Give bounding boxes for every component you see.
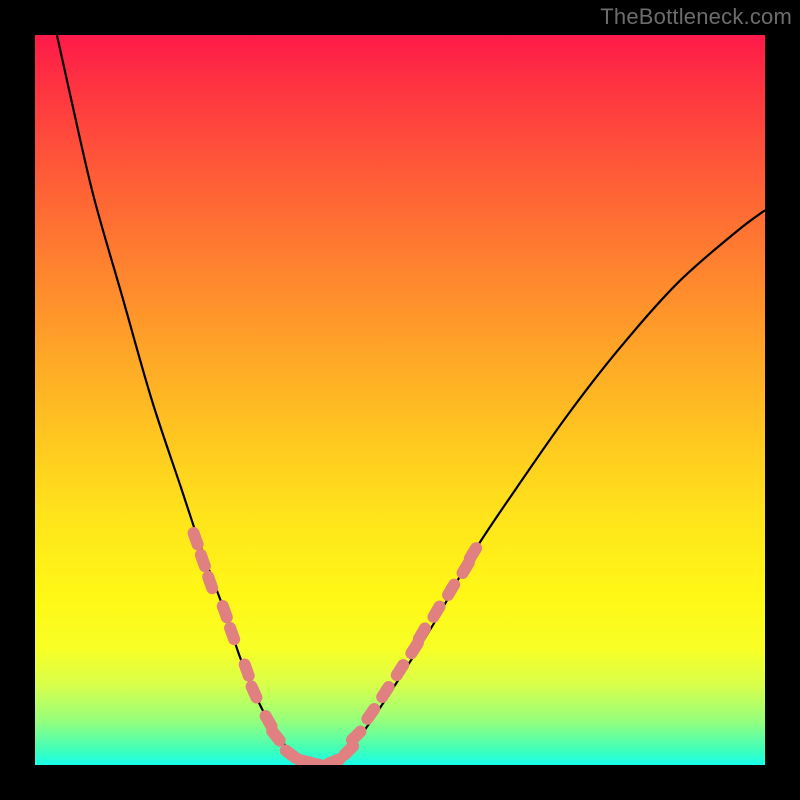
fit-marker xyxy=(222,620,241,647)
fit-marker xyxy=(388,657,411,684)
bottleneck-curve-svg xyxy=(35,35,765,765)
fit-marker xyxy=(244,679,265,706)
fit-marker xyxy=(374,679,397,706)
fit-marker xyxy=(359,701,383,728)
fit-marker xyxy=(440,576,463,603)
chart-frame: TheBottleneck.com xyxy=(0,0,800,800)
fit-region-markers xyxy=(186,525,484,765)
fit-marker xyxy=(237,657,256,684)
fit-marker xyxy=(186,525,205,552)
watermark-text: TheBottleneck.com xyxy=(600,4,792,30)
fit-marker xyxy=(215,598,234,625)
plot-area xyxy=(35,35,765,765)
fit-marker xyxy=(425,598,448,625)
